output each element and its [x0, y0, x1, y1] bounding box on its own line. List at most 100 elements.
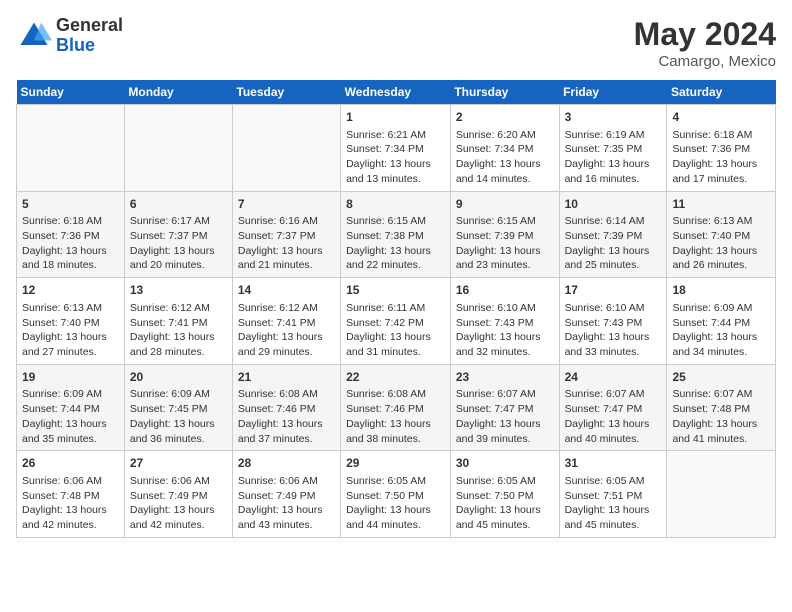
day-info: Sunrise: 6:19 AM Sunset: 7:35 PM Dayligh…	[565, 128, 662, 187]
day-number: 30	[456, 455, 554, 472]
day-number: 3	[565, 109, 662, 126]
day-cell: 4 Sunrise: 6:18 AM Sunset: 7:36 PM Daylig…	[667, 105, 776, 192]
day-cell: 13 Sunrise: 6:12 AM Sunset: 7:41 PM Dayli…	[124, 278, 232, 365]
day-number: 21	[238, 369, 335, 386]
header-cell-tuesday: Tuesday	[232, 80, 340, 105]
day-info: Sunrise: 6:08 AM Sunset: 7:46 PM Dayligh…	[238, 387, 335, 446]
day-cell: 28Sunrise: 6:06 AM Sunset: 7:49 PM Dayli…	[232, 451, 340, 538]
day-cell: 7Sunrise: 6:16 AM Sunset: 7:37 PM Daylig…	[232, 191, 340, 278]
day-number: 4	[672, 109, 770, 126]
calendar-table: SundayMondayTuesdayWednesdayThursdayFrid…	[16, 80, 776, 538]
day-cell: 5Sunrise: 6:18 AM Sunset: 7:36 PM Daylig…	[17, 191, 125, 278]
day-number: 5	[22, 196, 119, 213]
day-cell: 12 Sunrise: 6:13 AM Sunset: 7:40 PM Dayli…	[17, 278, 125, 365]
header-cell-saturday: Saturday	[667, 80, 776, 105]
day-number: 14	[238, 282, 335, 299]
day-number: 12	[22, 282, 119, 299]
day-cell: 11Sunrise: 6:13 AM Sunset: 7:40 PM Dayli…	[667, 191, 776, 278]
day-number: 28	[238, 455, 335, 472]
logo-text: General Blue	[56, 16, 123, 56]
day-info: Sunrise: 6:07 AM Sunset: 7:48 PM Dayligh…	[672, 387, 770, 446]
page-header: General Blue May 2024 Camargo, Mexico	[16, 16, 776, 70]
day-info: Sunrise: 6:05 AM Sunset: 7:50 PM Dayligh…	[346, 474, 445, 533]
day-cell	[667, 451, 776, 538]
calendar-header: SundayMondayTuesdayWednesdayThursdayFrid…	[17, 80, 776, 105]
day-number: 13	[130, 282, 227, 299]
day-number: 10	[565, 196, 662, 213]
day-cell: 31 Sunrise: 6:05 AM Sunset: 7:51 PM Dayli…	[559, 451, 667, 538]
day-info: Sunrise: 6:05 AM Sunset: 7:51 PM Dayligh…	[565, 474, 662, 533]
day-info: Sunrise: 6:13 AM Sunset: 7:40 PM Dayligh…	[22, 301, 119, 360]
day-info: Sunrise: 6:18 AM Sunset: 7:36 PM Dayligh…	[22, 214, 119, 273]
logo-general: General	[56, 16, 123, 36]
day-cell: 8Sunrise: 6:15 AM Sunset: 7:38 PM Daylig…	[341, 191, 451, 278]
day-number: 11	[672, 196, 770, 213]
day-info: Sunrise: 6:16 AM Sunset: 7:37 PM Dayligh…	[238, 214, 335, 273]
day-number: 7	[238, 196, 335, 213]
day-cell: 1Sunrise: 6:21 AM Sunset: 7:34 PM Daylig…	[341, 105, 451, 192]
day-info: Sunrise: 6:07 AM Sunset: 7:47 PM Dayligh…	[456, 387, 554, 446]
day-info: Sunrise: 6:10 AM Sunset: 7:43 PM Dayligh…	[565, 301, 662, 360]
location-subtitle: Camargo, Mexico	[634, 53, 776, 70]
day-number: 27	[130, 455, 227, 472]
day-cell: 17 Sunrise: 6:10 AM Sunset: 7:43 PM Dayli…	[559, 278, 667, 365]
day-number: 31	[565, 455, 662, 472]
day-cell: 21Sunrise: 6:08 AM Sunset: 7:46 PM Dayli…	[232, 364, 340, 451]
day-info: Sunrise: 6:13 AM Sunset: 7:40 PM Dayligh…	[672, 214, 770, 273]
day-cell	[17, 105, 125, 192]
day-number: 8	[346, 196, 445, 213]
day-info: Sunrise: 6:09 AM Sunset: 7:45 PM Dayligh…	[130, 387, 227, 446]
week-row-1: 5Sunrise: 6:18 AM Sunset: 7:36 PM Daylig…	[17, 191, 776, 278]
day-cell: 30 Sunrise: 6:05 AM Sunset: 7:50 PM Dayli…	[450, 451, 559, 538]
day-cell: 3 Sunrise: 6:19 AM Sunset: 7:35 PM Daylig…	[559, 105, 667, 192]
week-row-0: 1Sunrise: 6:21 AM Sunset: 7:34 PM Daylig…	[17, 105, 776, 192]
day-number: 6	[130, 196, 227, 213]
calendar-body: 1Sunrise: 6:21 AM Sunset: 7:34 PM Daylig…	[17, 105, 776, 538]
day-number: 26	[22, 455, 119, 472]
day-cell: 23Sunrise: 6:07 AM Sunset: 7:47 PM Dayli…	[450, 364, 559, 451]
day-cell	[124, 105, 232, 192]
day-cell	[232, 105, 340, 192]
day-cell: 14Sunrise: 6:12 AM Sunset: 7:41 PM Dayli…	[232, 278, 340, 365]
day-number: 25	[672, 369, 770, 386]
week-row-3: 19Sunrise: 6:09 AM Sunset: 7:44 PM Dayli…	[17, 364, 776, 451]
logo-icon	[16, 18, 52, 54]
header-cell-wednesday: Wednesday	[341, 80, 451, 105]
day-number: 24	[565, 369, 662, 386]
day-number: 15	[346, 282, 445, 299]
day-number: 9	[456, 196, 554, 213]
day-number: 23	[456, 369, 554, 386]
day-info: Sunrise: 6:11 AM Sunset: 7:42 PM Dayligh…	[346, 301, 445, 360]
header-cell-friday: Friday	[559, 80, 667, 105]
day-cell: 29 Sunrise: 6:05 AM Sunset: 7:50 PM Dayli…	[341, 451, 451, 538]
day-info: Sunrise: 6:17 AM Sunset: 7:37 PM Dayligh…	[130, 214, 227, 273]
day-cell: 18Sunrise: 6:09 AM Sunset: 7:44 PM Dayli…	[667, 278, 776, 365]
day-cell: 22Sunrise: 6:08 AM Sunset: 7:46 PM Dayli…	[341, 364, 451, 451]
day-number: 20	[130, 369, 227, 386]
day-number: 17	[565, 282, 662, 299]
day-cell: 16Sunrise: 6:10 AM Sunset: 7:43 PM Dayli…	[450, 278, 559, 365]
day-number: 18	[672, 282, 770, 299]
day-cell: 25Sunrise: 6:07 AM Sunset: 7:48 PM Dayli…	[667, 364, 776, 451]
day-info: Sunrise: 6:12 AM Sunset: 7:41 PM Dayligh…	[130, 301, 227, 360]
day-info: Sunrise: 6:14 AM Sunset: 7:39 PM Dayligh…	[565, 214, 662, 273]
day-number: 2	[456, 109, 554, 126]
day-number: 29	[346, 455, 445, 472]
day-cell: 19Sunrise: 6:09 AM Sunset: 7:44 PM Dayli…	[17, 364, 125, 451]
day-number: 22	[346, 369, 445, 386]
day-cell: 10Sunrise: 6:14 AM Sunset: 7:39 PM Dayli…	[559, 191, 667, 278]
month-year-title: May 2024	[634, 16, 776, 53]
header-cell-monday: Monday	[124, 80, 232, 105]
week-row-4: 26Sunrise: 6:06 AM Sunset: 7:48 PM Dayli…	[17, 451, 776, 538]
logo: General Blue	[16, 16, 123, 56]
day-cell: 6Sunrise: 6:17 AM Sunset: 7:37 PM Daylig…	[124, 191, 232, 278]
week-row-2: 12 Sunrise: 6:13 AM Sunset: 7:40 PM Dayli…	[17, 278, 776, 365]
day-info: Sunrise: 6:05 AM Sunset: 7:50 PM Dayligh…	[456, 474, 554, 533]
day-number: 19	[22, 369, 119, 386]
day-info: Sunrise: 6:18 AM Sunset: 7:36 PM Dayligh…	[672, 128, 770, 187]
header-cell-thursday: Thursday	[450, 80, 559, 105]
day-cell: 24Sunrise: 6:07 AM Sunset: 7:47 PM Dayli…	[559, 364, 667, 451]
day-info: Sunrise: 6:08 AM Sunset: 7:46 PM Dayligh…	[346, 387, 445, 446]
day-cell: 26Sunrise: 6:06 AM Sunset: 7:48 PM Dayli…	[17, 451, 125, 538]
day-cell: 27Sunrise: 6:06 AM Sunset: 7:49 PM Dayli…	[124, 451, 232, 538]
